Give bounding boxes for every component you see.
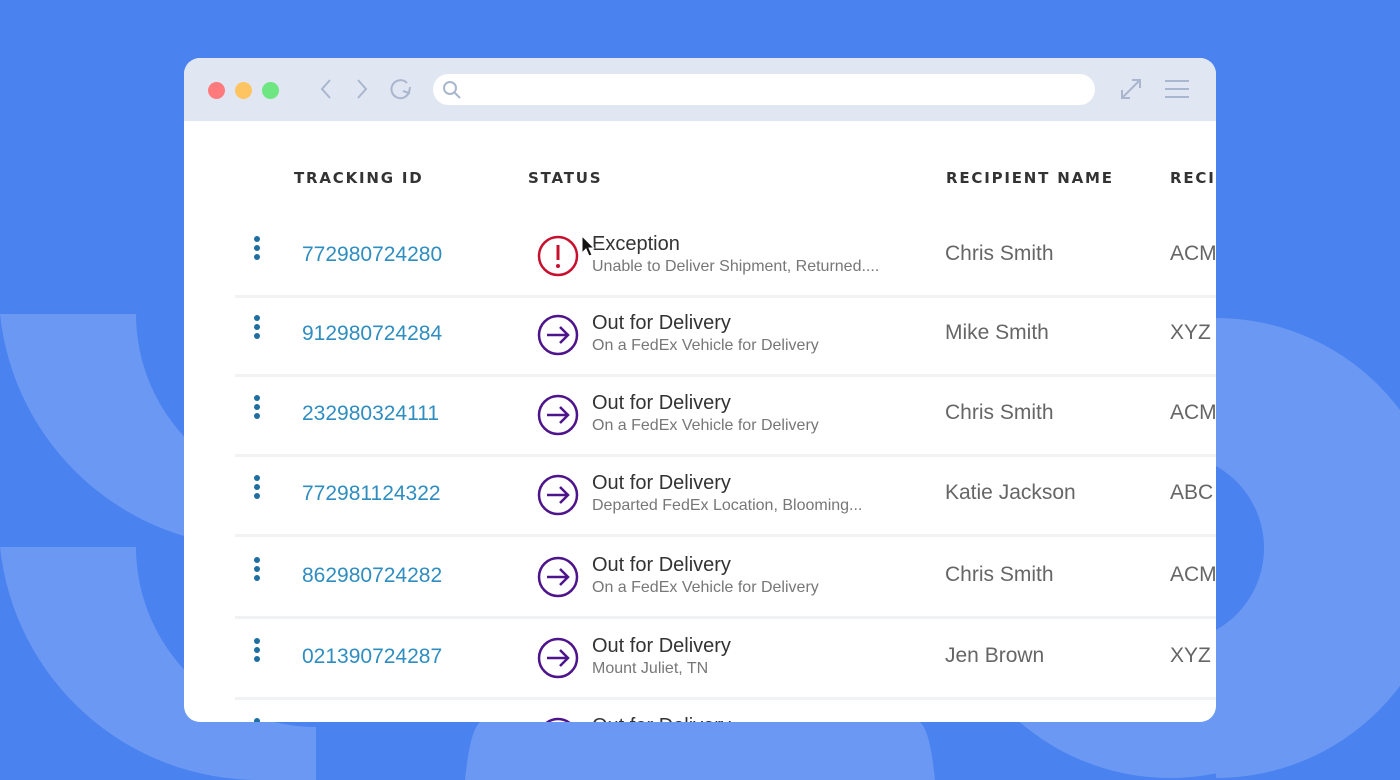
browser-toolbar [184,58,1216,121]
recipient-name: Jen Brown [945,644,1045,667]
back-icon[interactable] [318,76,334,102]
status-detail: On a FedEx Vehicle for Delivery [592,337,819,354]
arrow-right-circle-icon [537,314,579,356]
tracking-id-link[interactable]: 772980724280 [302,243,442,267]
reload-icon[interactable] [387,76,415,104]
status-title: Out for Delivery [592,554,731,576]
row-actions-menu-icon[interactable] [252,620,262,697]
status-detail: Departed FedEx Location, Blooming... [592,497,863,514]
status-detail: Mount Juliet, TN [592,660,709,677]
status-detail: On a FedEx Vehicle for Delivery [592,417,819,434]
recipient-company: XYZ [1170,321,1211,344]
row-actions-menu-icon[interactable] [252,297,262,374]
row-actions-menu-icon[interactable] [252,218,262,295]
table-row[interactable]: 772980724280Out for DeliveryChris TSl [235,700,1216,722]
arrow-right-circle-icon [537,474,579,516]
address-bar[interactable] [433,74,1095,105]
table-row[interactable]: 862980724282 Out for Delivery On a FedEx V… [235,539,1216,619]
row-actions-menu-icon[interactable] [252,539,262,616]
table-row[interactable]: 232980324111 Out for Delivery On a FedEx V… [235,377,1216,457]
recipient-company: ACM [1170,563,1216,586]
menu-icon[interactable] [1164,78,1190,100]
forward-icon[interactable] [354,76,370,102]
tracking-id-link[interactable]: 772981124322 [302,482,441,506]
column-header-status[interactable]: STATUS [528,169,602,187]
row-actions-menu-icon[interactable] [252,700,262,722]
tracking-id-link[interactable]: 912980724284 [302,322,442,346]
row-actions-menu-icon[interactable] [252,457,262,534]
recipient-company: ACM [1170,401,1216,424]
table-row[interactable]: 772981124322 Out for Delivery Departed Fed… [235,457,1216,537]
recipient-name: Chris Smith [945,563,1054,586]
minimize-window-button[interactable] [235,82,252,99]
recipient-company: ACM [1170,242,1216,265]
arrow-right-circle-icon [537,556,579,598]
recipient-company: ABC [1170,481,1214,504]
maximize-window-button[interactable] [262,82,279,99]
mouse-cursor-icon [581,235,596,257]
status-detail: Unable to Deliver Shipment, Returned.... [592,258,880,275]
search-icon [443,81,461,99]
status-detail: On a FedEx Vehicle for Delivery [592,579,819,596]
tracking-id-link[interactable]: 232980324111 [302,402,439,426]
status-title: Out for Delivery [592,635,731,657]
column-header-recipient-name[interactable]: RECIPIENT NAME [946,169,1114,187]
arrow-right-circle-icon [545,717,571,722]
arrow-right-circle-icon [537,637,579,679]
recipient-name: Mike Smith [945,321,1049,344]
recipient-name: Chris Smith [945,242,1054,265]
status-title: Out for Delivery [592,392,731,414]
browser-window: TRACKING ID STATUS RECIPIENT NAME RECI 7… [184,58,1216,722]
table-row[interactable]: 021390724287 Out for Delivery Mount Juliet… [235,620,1216,700]
exception-icon [537,235,579,277]
row-actions-menu-icon[interactable] [252,377,262,454]
tracking-id-link[interactable]: 021390724287 [302,645,442,669]
status-title: Out for Delivery [592,715,731,722]
column-header-recipient-company[interactable]: RECI [1170,169,1216,187]
expand-icon[interactable] [1119,77,1143,101]
status-title: Out for Delivery [592,472,731,494]
status-title: Exception [592,233,680,255]
tracking-id-link[interactable]: 862980724282 [302,564,442,588]
recipient-company: XYZ [1170,644,1211,667]
column-header-tracking-id[interactable]: TRACKING ID [294,169,424,187]
table-row[interactable]: 772980724280 Exception Unable to Deliver S… [235,218,1216,298]
status-title: Out for Delivery [592,312,731,334]
bg-bottom-center [465,722,935,780]
arrow-right-circle-icon [537,394,579,436]
url-input[interactable] [469,78,1079,101]
shipments-table: TRACKING ID STATUS RECIPIENT NAME RECI 7… [184,121,1216,722]
close-window-button[interactable] [208,82,225,99]
table-row[interactable]: 912980724284 Out for Delivery On a FedEx V… [235,297,1216,377]
recipient-name: Katie Jackson [945,481,1076,504]
recipient-name: Chris Smith [945,401,1054,424]
